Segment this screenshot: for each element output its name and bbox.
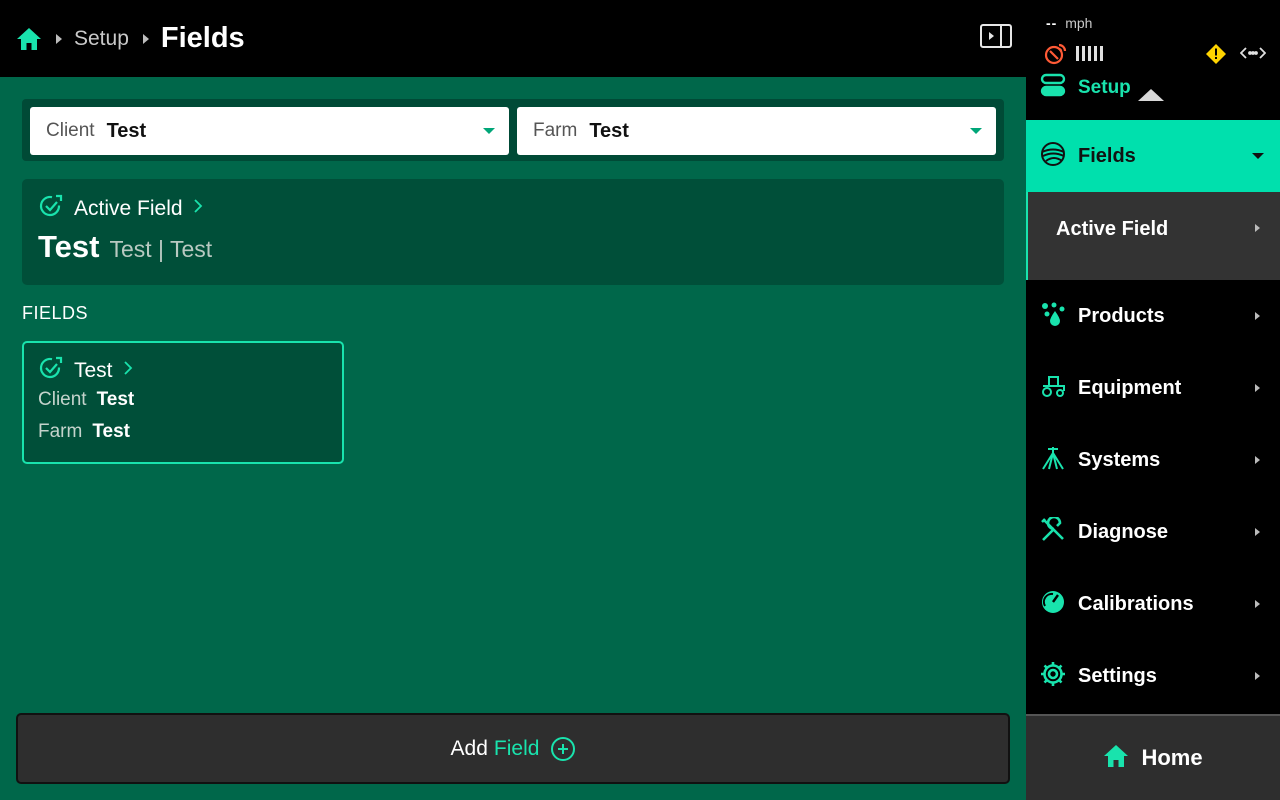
field-card-name: Test	[74, 358, 113, 382]
active-field-card[interactable]: Active Field Test Test | Test	[22, 179, 1004, 285]
sidebar-item-label: Settings	[1078, 664, 1157, 687]
signal-bars-icon	[1076, 46, 1103, 61]
chevron-right-icon	[1255, 312, 1260, 320]
chevron-right-icon	[1255, 528, 1260, 536]
field-card[interactable]: Test Client Test Farm Test	[22, 341, 344, 464]
sprayer-icon	[1040, 445, 1066, 476]
field-globe-icon	[1040, 141, 1066, 172]
sidebar-item-settings[interactable]: Settings	[1026, 640, 1280, 712]
chevron-down-icon	[483, 128, 495, 134]
speed-unit: mph	[1065, 15, 1093, 31]
home-button[interactable]: Home	[1026, 714, 1280, 800]
sidebar-item-label: Products	[1078, 304, 1165, 327]
sidebar-item-diagnose[interactable]: Diagnose	[1026, 496, 1280, 568]
chevron-right-icon	[1255, 384, 1260, 392]
active-field-subtitle: Test | Test	[109, 236, 213, 262]
field-card-farm-label: Farm	[38, 421, 83, 442]
sidebar-item-systems[interactable]: Systems	[1026, 424, 1280, 496]
chevron-right-icon	[123, 360, 133, 381]
side-panel: -- mph Setup Fields Active Field Product…	[1026, 0, 1280, 800]
add-field-label-prefix: Add	[450, 736, 488, 760]
sidebar-item-label: Systems	[1078, 448, 1161, 471]
sidebar-active-field-label: Active Field	[1056, 218, 1169, 240]
active-field-title: Active Field	[74, 196, 183, 220]
field-check-icon	[38, 355, 64, 386]
wrench-screwdriver-icon	[1040, 515, 1066, 548]
speed-readout: -- mph	[1046, 15, 1092, 31]
add-field-label-accent: Field	[493, 736, 540, 760]
sidebar-subitem-active-field[interactable]: Active Field	[1026, 192, 1280, 280]
gear-icon	[1040, 661, 1066, 692]
speed-value: --	[1046, 15, 1058, 31]
client-select[interactable]: Client Test	[30, 107, 509, 155]
connection-icon[interactable]	[1239, 46, 1267, 65]
sidebar-setup-label: Setup	[1078, 76, 1131, 98]
fields-section-label: FIELDS	[22, 303, 89, 323]
products-icon	[1040, 301, 1066, 332]
sidebar-item-label: Calibrations	[1078, 592, 1194, 615]
sidebar-item-setup[interactable]: Setup	[1040, 72, 1131, 103]
home-icon	[1103, 743, 1129, 774]
warning-icon[interactable]	[1206, 44, 1226, 69]
app-root: Setup Fields Client Test Farm Test Activ…	[0, 0, 1280, 800]
chevron-down-icon	[1252, 153, 1264, 159]
breadcrumb-separator	[142, 33, 149, 44]
page-title: Fields	[160, 22, 245, 54]
sidebar-item-fields[interactable]: Fields	[1026, 120, 1280, 192]
sidebar-item-label: Diagnose	[1078, 520, 1169, 543]
home-icon[interactable]	[16, 26, 42, 52]
breadcrumb-setup[interactable]: Setup	[74, 27, 129, 51]
filter-bar: Client Test Farm Test	[22, 99, 1004, 161]
home-button-label: Home	[1141, 745, 1203, 770]
field-card-client-row: Client Test	[38, 389, 134, 411]
chevron-down-icon	[970, 128, 982, 134]
sidebar-item-equipment[interactable]: Equipment	[1026, 352, 1280, 424]
status-bar: -- mph	[1026, 0, 1280, 72]
sidebar-item-products[interactable]: Products	[1026, 280, 1280, 352]
chevron-right-icon	[1255, 456, 1260, 464]
add-field-button[interactable]: Add Field	[16, 713, 1010, 784]
farm-select[interactable]: Farm Test	[517, 107, 996, 155]
plus-circle-icon	[551, 736, 576, 761]
field-card-farm-value: Test	[92, 421, 130, 442]
client-select-label: Client	[46, 120, 95, 141]
field-card-client-value: Test	[96, 389, 135, 410]
tractor-icon	[1040, 373, 1066, 404]
collapse-up-icon[interactable]	[1138, 89, 1164, 101]
toggle-switch-icon	[1040, 72, 1066, 103]
main-content: Client Test Farm Test Active Field Test …	[0, 77, 1026, 800]
chevron-right-icon	[193, 198, 203, 219]
breadcrumb-separator	[56, 33, 62, 44]
chevron-right-icon	[1255, 600, 1260, 608]
gps-signal-icon	[1042, 41, 1068, 72]
active-field-name: Test	[38, 229, 100, 264]
sidebar-item-calibrations[interactable]: Calibrations	[1026, 568, 1280, 640]
top-bar: Setup Fields	[0, 0, 1026, 77]
chevron-right-icon	[1255, 672, 1260, 680]
breadcrumb: Setup Fields	[16, 22, 245, 55]
farm-select-label: Farm	[533, 120, 578, 141]
field-card-client-label: Client	[38, 389, 87, 410]
gauge-icon	[1040, 589, 1066, 620]
sidebar-item-label: Equipment	[1078, 376, 1182, 399]
chevron-right-icon	[1255, 224, 1260, 232]
panel-toggle-icon[interactable]	[980, 24, 1012, 48]
client-select-value: Test	[106, 119, 147, 142]
farm-select-value: Test	[589, 119, 629, 142]
sidebar-fields-label: Fields	[1078, 144, 1136, 167]
field-card-farm-row: Farm Test	[38, 421, 130, 443]
field-check-icon	[38, 193, 64, 224]
